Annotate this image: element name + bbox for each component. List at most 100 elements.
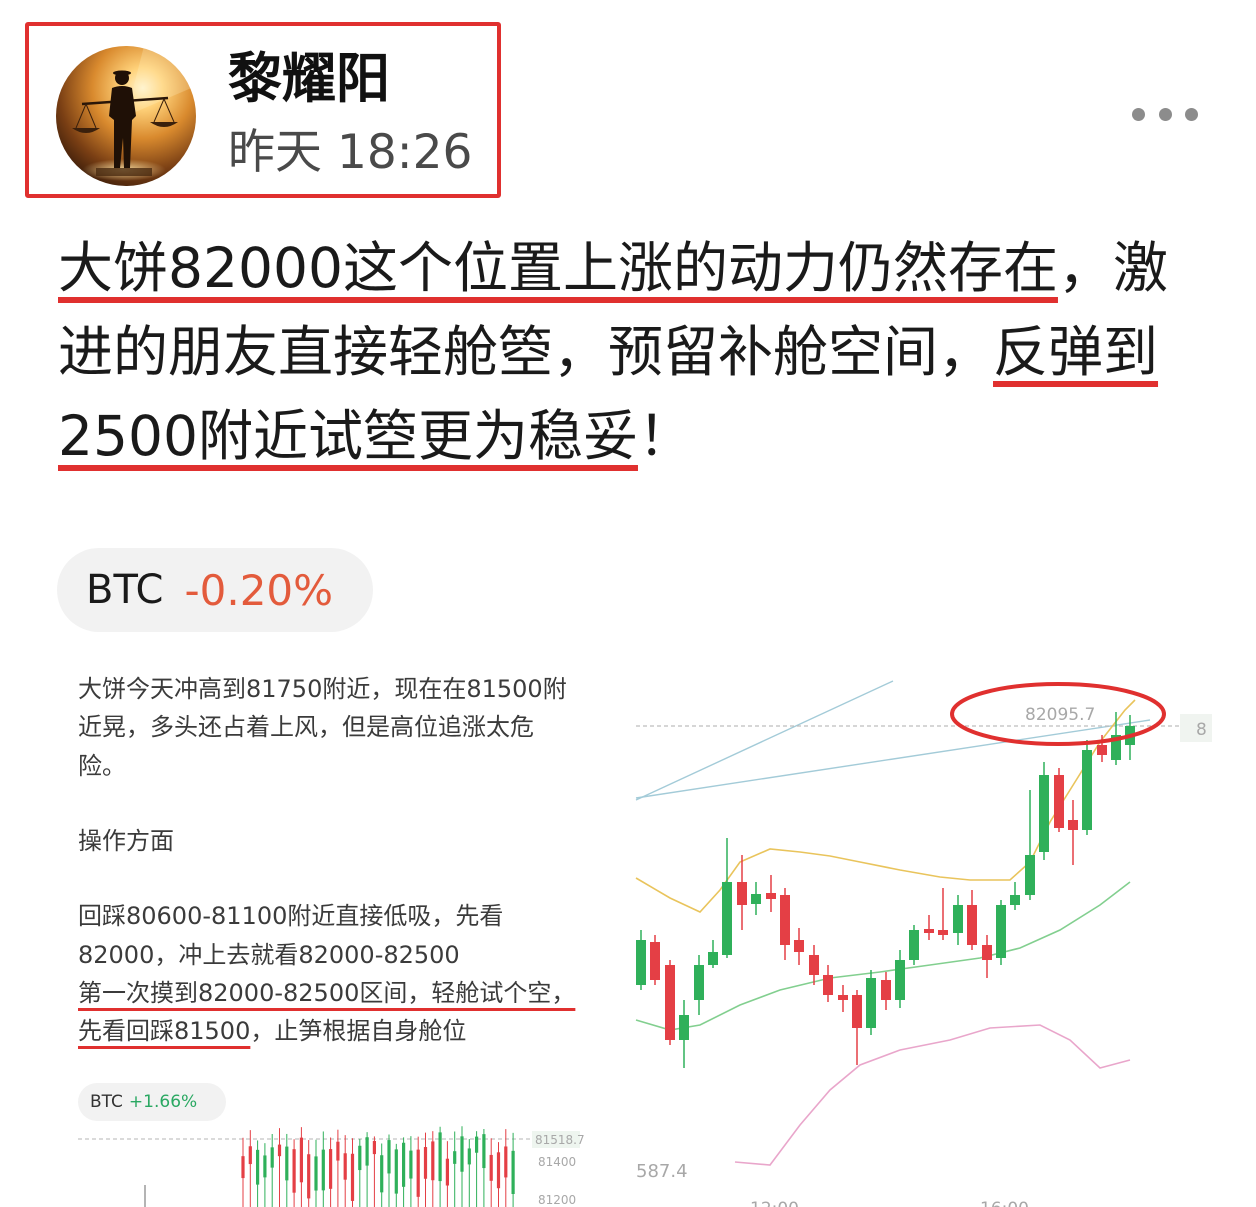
mini-candle <box>292 1139 296 1207</box>
candle <box>1054 768 1064 832</box>
candle <box>1039 762 1049 860</box>
candle <box>766 875 776 912</box>
candle <box>823 965 833 1002</box>
mini-candle <box>321 1131 325 1207</box>
note-line: 回踩80600-81100附近直接低吸，先看 <box>78 902 504 930</box>
note-line: 先看回踩81500，止笋根据自身舱位 <box>78 1012 466 1050</box>
mini-candle <box>496 1142 501 1207</box>
mini-candle <box>387 1134 391 1207</box>
candle <box>665 960 675 1045</box>
mini-candle <box>365 1132 369 1207</box>
more-horizontal-icon <box>1185 107 1198 121</box>
ticker-chip[interactable]: BTC -0.20% <box>57 548 373 632</box>
candle <box>938 888 948 940</box>
note-text: ，止笋根据自身舱位 <box>250 1017 467 1045</box>
mini-candle <box>307 1140 311 1207</box>
mini-candle <box>336 1129 340 1207</box>
time-axis-label: 16:00 <box>980 1199 1029 1207</box>
candle <box>924 915 934 940</box>
mini-candle <box>475 1131 479 1207</box>
more-horizontal-icon <box>1132 107 1145 121</box>
mini-candle <box>504 1129 508 1207</box>
candle <box>852 990 862 1065</box>
candle <box>967 890 977 950</box>
mini-candle <box>409 1136 413 1207</box>
mini-candle <box>372 1136 376 1207</box>
indicator-value-label: 587.4 <box>636 1161 688 1182</box>
candle <box>1025 790 1035 900</box>
mini-candle <box>263 1143 267 1207</box>
mini-price-tag: 81518.7 <box>535 1133 585 1147</box>
mini-ticker-change: +1.66% <box>128 1092 198 1112</box>
mini-candles <box>241 1126 515 1207</box>
avatar-image <box>56 46 196 186</box>
author-name[interactable]: 黎耀阳 <box>228 46 390 112</box>
post-text: ！ <box>637 404 693 468</box>
note-line: 险。 <box>78 752 126 780</box>
mini-candle <box>467 1139 471 1207</box>
candle <box>809 945 819 985</box>
mini-candle <box>423 1132 428 1207</box>
mini-candle <box>270 1134 274 1207</box>
candle <box>694 955 704 1015</box>
candlestick-chart: 82095.7 8 587.4 12:00 16:00 <box>635 680 1212 1207</box>
mini-price-chart: 81518.7 81400 81200 <box>78 1126 585 1207</box>
mini-candle <box>285 1133 289 1207</box>
trendline <box>635 680 894 801</box>
note-text-highlight: 第一次摸到82000-82500区间，轻舱试个空， <box>78 979 576 1007</box>
mini-candle <box>438 1126 442 1207</box>
mini-axis-label: 81200 <box>538 1193 576 1207</box>
candle <box>650 935 660 985</box>
candle <box>794 928 804 965</box>
candle <box>636 930 646 990</box>
note-text-highlight: 先看回踩81500 <box>78 1017 251 1045</box>
mini-candle <box>358 1138 362 1207</box>
mini-candle <box>460 1126 464 1207</box>
post-timestamp: 昨天 18:26 <box>228 125 473 180</box>
candle <box>679 1000 689 1068</box>
mini-candle <box>256 1140 260 1207</box>
more-horizontal-icon <box>1158 107 1172 121</box>
mini-candle <box>380 1143 384 1207</box>
edge-price-label: 8 <box>1196 720 1207 740</box>
candle <box>838 985 848 1012</box>
candle <box>1010 882 1020 910</box>
note-line: 近晃，多头还占着上风，但是高位追涨太危 <box>78 713 534 741</box>
candle <box>780 888 790 960</box>
mini-candle <box>416 1136 420 1207</box>
more-options-button[interactable] <box>1128 100 1202 128</box>
attached-image[interactable]: 大饼今天冲高到81750附近，现在在81500附 近晃，多头还占着上风，但是高位… <box>58 650 1218 1207</box>
candle <box>708 940 718 968</box>
candle <box>1082 740 1092 835</box>
post-body: 大饼82000这个位置上涨的动力仍然存在，激进的朋友直接轻舱箜，预留补舱空间，反… <box>58 226 1183 478</box>
mini-axis-label: 81400 <box>538 1155 576 1169</box>
mini-candle <box>241 1137 245 1207</box>
candle <box>909 925 919 965</box>
candle <box>722 838 732 958</box>
avatar[interactable] <box>56 46 196 186</box>
ticker-change: -0.20% <box>184 565 334 615</box>
note-line: 82000，冲上去就看82000-82500 <box>78 941 460 969</box>
candle <box>881 972 891 1010</box>
candle <box>982 935 992 978</box>
note-line: 大饼今天冲高到81750附近，现在在81500附 <box>78 675 567 703</box>
mini-candle <box>489 1138 493 1207</box>
mini-candle <box>350 1138 355 1207</box>
note-line-highlight: 第一次摸到82000-82500区间，轻舱试个空， <box>78 974 575 1012</box>
mini-ticker-symbol: BTC <box>90 1092 123 1112</box>
mini-candle <box>445 1141 449 1207</box>
mini-candle <box>343 1135 347 1207</box>
candle <box>866 970 876 1035</box>
candle <box>1068 800 1078 865</box>
note-heading: 操作方面 <box>78 827 174 855</box>
indicator-line <box>734 1024 1131 1166</box>
mini-candle <box>453 1131 457 1207</box>
mini-candle <box>482 1128 486 1207</box>
mini-candle <box>299 1127 303 1207</box>
mini-candle <box>314 1139 318 1207</box>
candle <box>737 855 747 930</box>
candle <box>996 900 1006 965</box>
mini-candle <box>394 1143 398 1207</box>
mini-candle <box>248 1130 252 1207</box>
post-text-highlight: 大饼82000这个位置上涨的动力仍然存在 <box>58 236 1058 300</box>
